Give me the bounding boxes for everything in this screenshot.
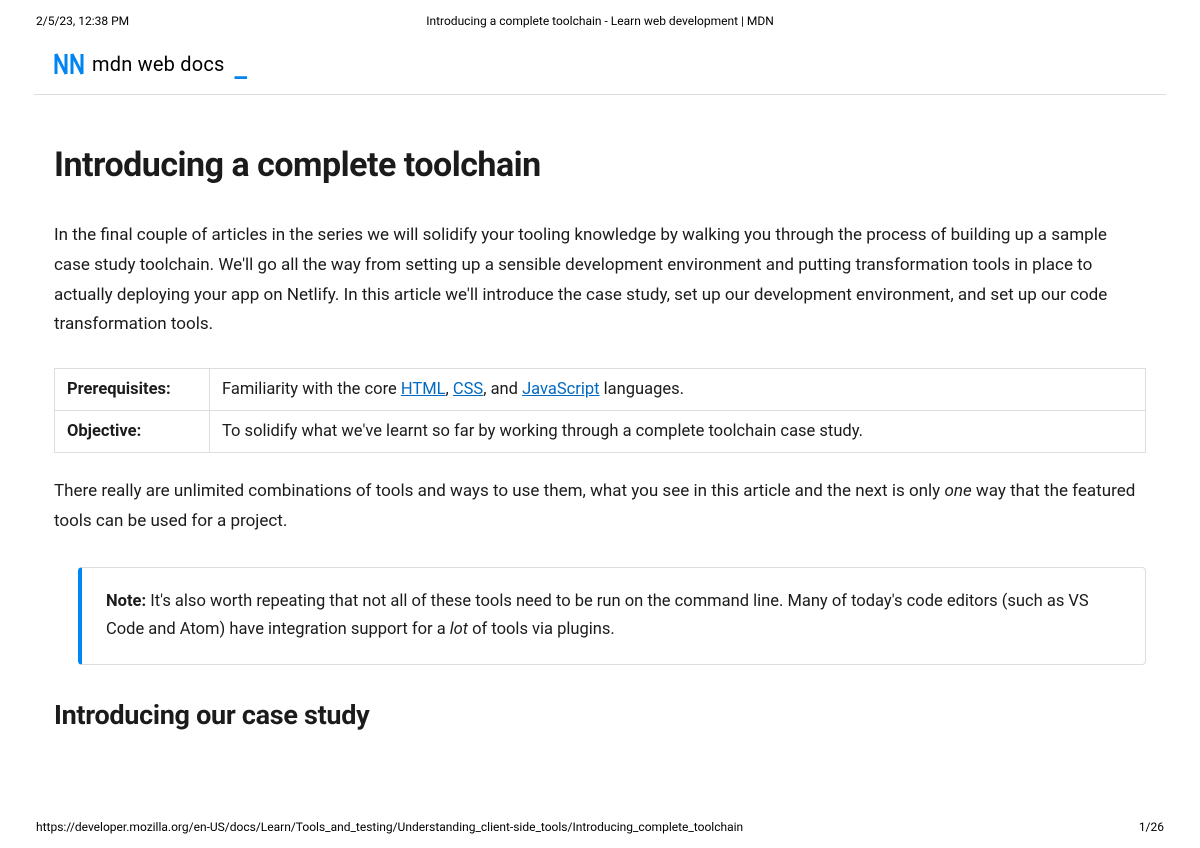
print-page-number: 1/26 bbox=[1139, 820, 1164, 834]
main-content: Introducing a complete toolchain In the … bbox=[0, 95, 1200, 731]
print-header: 2/5/23, 12:38 PM Introducing a complete … bbox=[0, 0, 1200, 28]
italic-lot: lot bbox=[450, 620, 468, 639]
brand-text: mdn web docs bbox=[92, 52, 225, 76]
objective-value: To solidify what we've learnt so far by … bbox=[210, 411, 1146, 453]
print-title: Introducing a complete toolchain - Learn… bbox=[236, 14, 964, 28]
brand-header: mdn web docs _ bbox=[0, 28, 1200, 94]
prereq-label: Prerequisites: bbox=[55, 369, 210, 411]
table-row: Prerequisites: Familiarity with the core… bbox=[55, 369, 1146, 411]
body-paragraph: There really are unlimited combinations … bbox=[54, 477, 1146, 537]
note-callout: Note: It's also worth repeating that not… bbox=[78, 567, 1146, 665]
link-html[interactable]: HTML bbox=[401, 380, 446, 399]
prereq-value: Familiarity with the core HTML, CSS, and… bbox=[210, 369, 1146, 411]
page-title: Introducing a complete toolchain bbox=[54, 145, 1146, 185]
print-url: https://developer.mozilla.org/en-US/docs… bbox=[36, 820, 743, 834]
note-label: Note: bbox=[106, 592, 146, 611]
italic-one: one bbox=[944, 481, 971, 501]
print-timestamp: 2/5/23, 12:38 PM bbox=[36, 14, 236, 28]
brand-underscore-icon: _ bbox=[235, 60, 248, 74]
table-row: Objective: To solidify what we've learnt… bbox=[55, 411, 1146, 453]
intro-paragraph: In the final couple of articles in the s… bbox=[54, 221, 1146, 340]
objective-label: Objective: bbox=[55, 411, 210, 453]
print-footer: https://developer.mozilla.org/en-US/docs… bbox=[36, 820, 1164, 834]
prerequisites-table: Prerequisites: Familiarity with the core… bbox=[54, 368, 1146, 453]
mdn-logo-icon bbox=[54, 52, 84, 76]
link-css[interactable]: CSS bbox=[453, 380, 483, 399]
brand-link[interactable]: mdn web docs _ bbox=[54, 52, 247, 76]
link-javascript[interactable]: JavaScript bbox=[522, 380, 600, 399]
section-title: Introducing our case study bbox=[54, 699, 1146, 731]
